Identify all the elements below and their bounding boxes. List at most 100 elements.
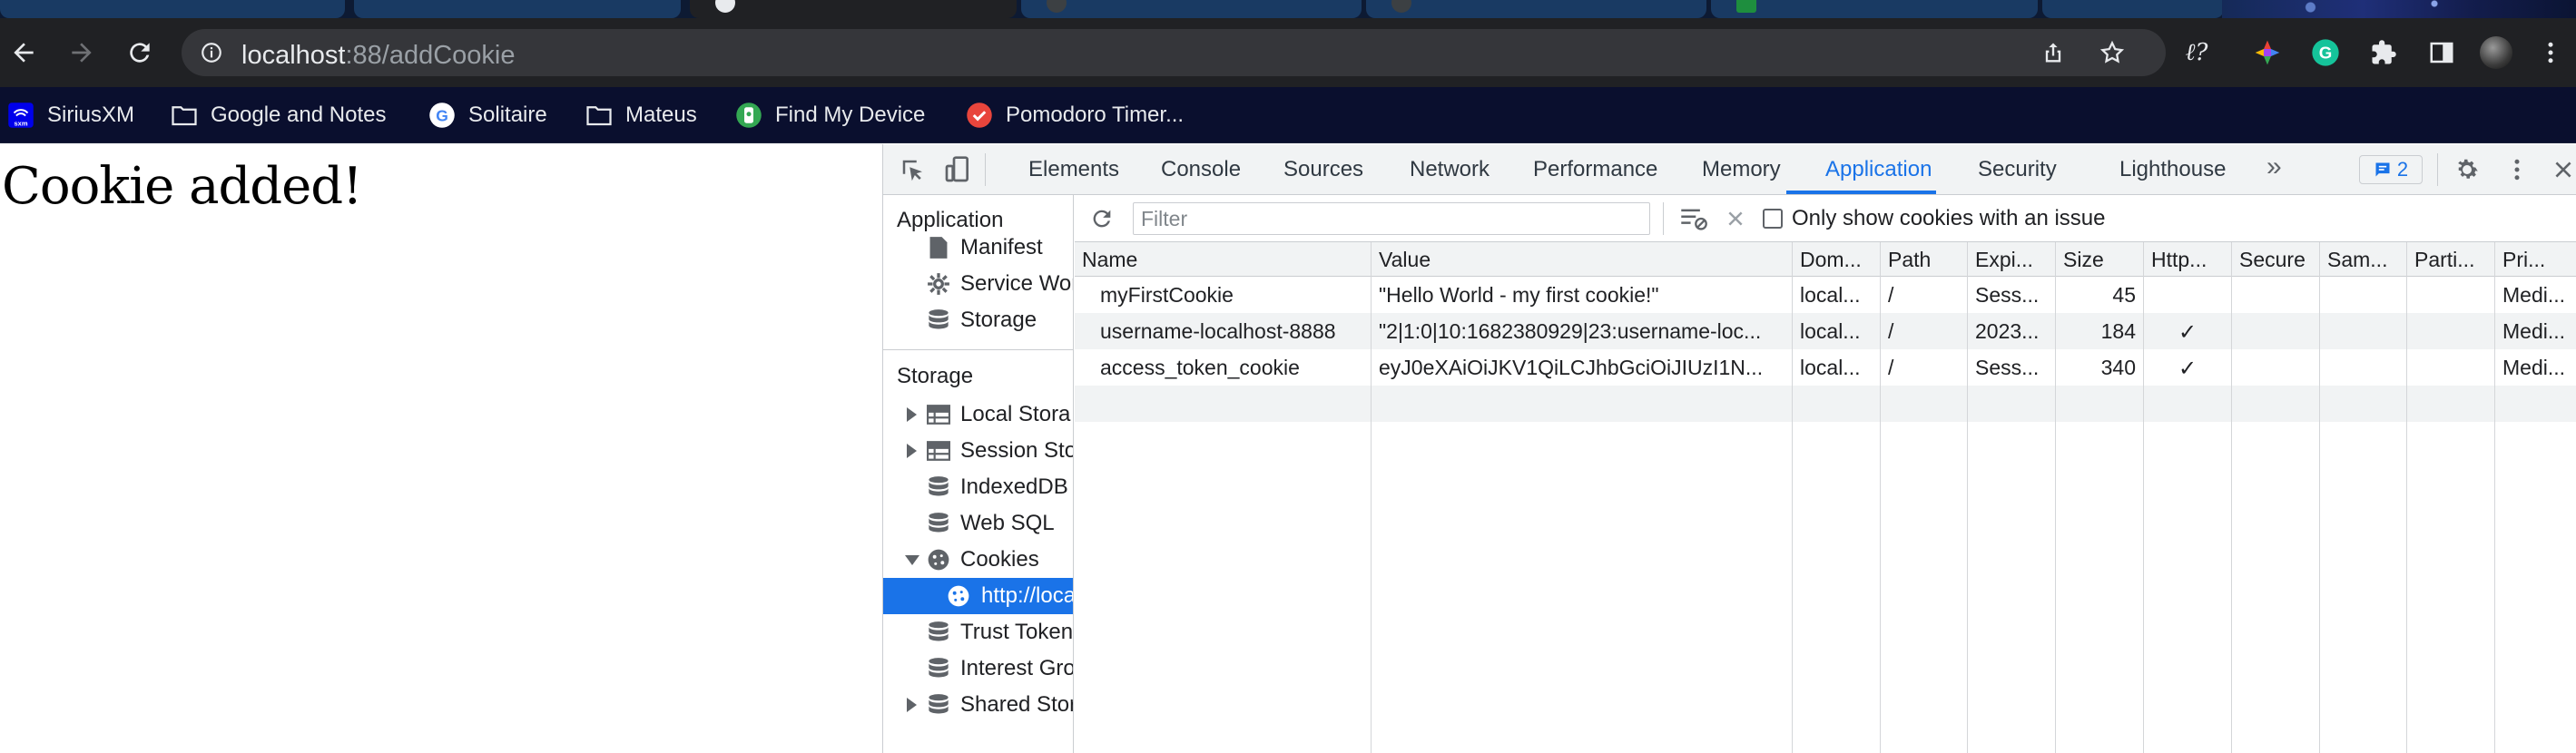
cell-name: username-localhost-8888	[1100, 319, 1336, 343]
sidebar-item-indexeddb[interactable]: IndexedDB	[883, 469, 1073, 505]
column-header-domain[interactable]: Dom...	[1793, 242, 1880, 277]
column-header-value[interactable]: Value	[1372, 242, 1792, 277]
bookmark-star-icon[interactable]	[2099, 39, 2126, 66]
bookmarks-bar: sxm SiriusXM Google and Notes G Solitair…	[0, 87, 2576, 143]
cell-value: eyJ0eXAiOiJKV1QiLCJhbGciOiJIUzI1N...	[1379, 356, 1764, 379]
extensions-puzzle-icon[interactable]	[2365, 34, 2402, 71]
chrome-menu-button[interactable]	[2532, 34, 2569, 71]
tab-console[interactable]: Console	[1161, 157, 1241, 182]
profile-avatar[interactable]	[2478, 34, 2514, 71]
extension-scribble-icon[interactable]: ℓ?	[2178, 34, 2215, 71]
column-header-partition[interactable]: Parti...	[2407, 242, 2494, 277]
column-header-expires[interactable]: Expi...	[1968, 242, 2055, 277]
address-bar[interactable]: localhost:88/addCookie	[182, 29, 2166, 76]
settings-gear-icon[interactable]	[2453, 156, 2481, 183]
cell-expires: 2023...	[1975, 319, 2040, 343]
bookmark-find-my-device[interactable]: Find My Device	[735, 99, 925, 132]
sidebar-item-local-storage[interactable]: Local Stora	[883, 396, 1073, 433]
column-header-httponly[interactable]: Http...	[2144, 242, 2231, 277]
sidebar-item-storage[interactable]: Storage	[883, 302, 1073, 338]
info-icon[interactable]	[200, 41, 223, 64]
back-button[interactable]	[5, 34, 42, 71]
table-row[interactable]: username-localhost-8888 "2|1:0|10:168238…	[1075, 313, 2576, 349]
bookmark-folder-mateus[interactable]: Mateus	[585, 99, 697, 132]
cell-size: 45	[2112, 283, 2136, 307]
expand-arrow-icon[interactable]	[907, 407, 917, 422]
cell-value: "Hello World - my first cookie!"	[1379, 283, 1659, 307]
browser-tab-active[interactable]	[690, 0, 1017, 18]
column-divider	[2406, 242, 2407, 753]
reload-button[interactable]	[122, 34, 158, 71]
sidebar-item-trust-tokens[interactable]: Trust Token	[883, 614, 1073, 650]
filter-input[interactable]	[1133, 202, 1650, 235]
only-issues-label: Only show cookies with an issue	[1792, 206, 2106, 230]
expand-arrow-icon[interactable]	[907, 444, 917, 458]
sidebar-item-cookies[interactable]: Cookies	[883, 542, 1073, 578]
sidebar-header-storage: Storage	[897, 364, 974, 388]
database-icon	[925, 655, 952, 682]
devtools-menu-icon[interactable]	[2512, 156, 2522, 183]
issues-badge[interactable]: 2	[2359, 155, 2423, 184]
tab-elements[interactable]: Elements	[1028, 157, 1119, 182]
tab-performance[interactable]: Performance	[1533, 157, 1657, 182]
sidebar-item-web-sql[interactable]: Web SQL	[883, 505, 1073, 542]
sidebar-item-label: Shared Stor	[960, 692, 1074, 717]
browser-tab[interactable]	[1366, 0, 1706, 18]
more-tabs-chevron-icon[interactable]: »	[2266, 152, 2282, 182]
browser-tab[interactable]	[354, 0, 681, 18]
browser-tab[interactable]	[1711, 0, 2038, 18]
tab-security[interactable]: Security	[1978, 157, 2057, 182]
database-icon	[925, 307, 952, 334]
sidebar-item-manifest[interactable]: Manifest	[883, 230, 1073, 266]
cell-domain: local...	[1800, 356, 1861, 379]
table-row[interactable]: myFirstCookie "Hello World - my first co…	[1075, 277, 2576, 313]
delete-selected-icon[interactable]	[1726, 210, 1745, 228]
column-header-path[interactable]: Path	[1881, 242, 1967, 277]
table-row[interactable]: access_token_cookie eyJ0eXAiOiJKV1QiLCJh…	[1075, 349, 2576, 386]
column-header-size[interactable]: Size	[2056, 242, 2143, 277]
cell-domain: local...	[1800, 283, 1861, 307]
forward-button[interactable]	[64, 34, 100, 71]
bookmark-siriusxm[interactable]: sxm SiriusXM	[7, 99, 134, 132]
extension-color-wheel-icon[interactable]	[2249, 34, 2286, 71]
bookmark-folder-google-notes[interactable]: Google and Notes	[171, 99, 386, 132]
avatar	[2480, 36, 2512, 69]
tab-sources[interactable]: Sources	[1283, 157, 1363, 182]
share-icon[interactable]	[2040, 40, 2066, 65]
sidebar-item-interest-groups[interactable]: Interest Gro	[883, 650, 1073, 687]
tab-application[interactable]: Application	[1825, 157, 1932, 182]
tab-network[interactable]: Network	[1410, 157, 1490, 182]
browser-toolbar: localhost:88/addCookie ℓ? G	[0, 18, 2576, 87]
sidebar-item-shared-storage[interactable]: Shared Stor	[883, 687, 1074, 723]
grammarly-icon[interactable]: G	[2307, 34, 2344, 71]
collapse-arrow-icon[interactable]	[905, 554, 919, 565]
side-panel-icon[interactable]	[2424, 34, 2460, 71]
table-grid-icon	[925, 437, 952, 465]
sidebar-item-session-storage[interactable]: Session Sto	[883, 433, 1073, 469]
sidebar-item-service-workers[interactable]: Service Wor	[883, 266, 1073, 302]
sidebar-item-label: Web SQL	[960, 511, 1055, 535]
refresh-icon[interactable]	[1089, 206, 1115, 231]
device-toolbar-icon[interactable]	[943, 155, 972, 184]
inspect-element-icon[interactable]	[900, 157, 927, 184]
browser-tab[interactable]	[0, 0, 345, 18]
table-row-empty	[1075, 386, 2576, 422]
tab-memory[interactable]: Memory	[1702, 157, 1781, 182]
sidebar-item-cookies-origin[interactable]: http://loca	[883, 578, 1073, 614]
bookmark-solitaire[interactable]: G Solitaire	[428, 99, 547, 132]
browser-tab[interactable]	[1021, 0, 1362, 18]
devtools-panel: Elements Console Sources Network Perform…	[882, 144, 2576, 753]
column-header-secure[interactable]: Secure	[2232, 242, 2319, 277]
column-header-samesite[interactable]: Sam...	[2320, 242, 2406, 277]
browser-tab[interactable]	[2042, 0, 2224, 18]
cell-value: "2|1:0|10:1682380929|23:username-loc...	[1379, 319, 1762, 343]
column-header-name[interactable]: Name	[1075, 242, 1371, 277]
column-header-priority[interactable]: Pri...	[2495, 242, 2576, 277]
address-url[interactable]: localhost:88/addCookie	[241, 41, 516, 71]
expand-arrow-icon[interactable]	[907, 698, 917, 712]
tab-lighthouse[interactable]: Lighthouse	[2119, 157, 2226, 182]
close-devtools-icon[interactable]	[2551, 158, 2575, 181]
only-issues-checkbox[interactable]	[1763, 209, 1783, 229]
bookmark-pomodoro-timer[interactable]: Pomodoro Timer...	[966, 99, 1184, 132]
clear-filtered-cookies-icon[interactable]	[1679, 206, 1708, 231]
